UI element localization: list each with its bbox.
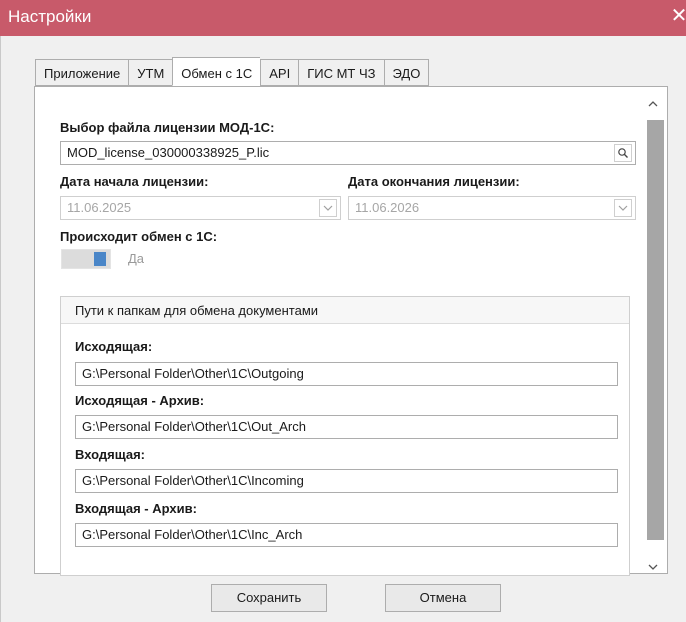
- license-end-value: 11.06.2026: [355, 200, 420, 215]
- search-icon[interactable]: [614, 144, 632, 162]
- license-file-label: Выбор файла лицензии МОД-1С:: [60, 120, 275, 135]
- exchange-toggle[interactable]: [61, 249, 111, 269]
- settings-tabs: Приложение УТМ Обмен с 1С API ГИС МТ ЧЗ …: [35, 57, 430, 87]
- tab-gis-mt-chz[interactable]: ГИС МТ ЧЗ: [298, 59, 384, 86]
- chevron-down-icon: [614, 199, 632, 217]
- folders-group-header: Пути к папкам для обмена документами: [61, 297, 629, 324]
- close-icon[interactable]: ✕: [670, 4, 686, 28]
- tab-application[interactable]: Приложение: [35, 59, 129, 86]
- incoming-archive-path-input[interactable]: G:\Personal Folder\Other\1C\Inc_Arch: [75, 523, 618, 547]
- window-titlebar: Настройки ✕: [0, 0, 686, 36]
- scrollbar-thumb[interactable]: [647, 120, 664, 540]
- save-button[interactable]: Сохранить: [211, 584, 327, 612]
- license-start-value: 11.06.2025: [67, 200, 132, 215]
- exchange-toggle-label: Да: [128, 251, 145, 266]
- toggle-knob: [94, 252, 106, 266]
- outgoing-archive-label: Исходящая - Архив:: [75, 393, 205, 408]
- license-start-field: 11.06.2025: [60, 196, 341, 220]
- outgoing-archive-path-input[interactable]: G:\Personal Folder\Other\1C\Out_Arch: [75, 415, 618, 439]
- scroll-down-icon[interactable]: [646, 562, 660, 576]
- license-end-field: 11.06.2026: [348, 196, 636, 220]
- tab-utm[interactable]: УТМ: [128, 59, 173, 86]
- outgoing-label: Исходящая:: [75, 339, 153, 354]
- incoming-archive-label: Входящая - Архив:: [75, 501, 197, 516]
- window-title: Настройки: [8, 7, 92, 26]
- outgoing-path-input[interactable]: G:\Personal Folder\Other\1C\Outgoing: [75, 362, 618, 386]
- incoming-label: Входящая:: [75, 447, 146, 462]
- tab-edo[interactable]: ЭДО: [383, 59, 430, 86]
- license-file-value: MOD_license_030000338925_P.lic: [67, 145, 270, 160]
- incoming-path-input[interactable]: G:\Personal Folder\Other\1C\Incoming: [75, 469, 618, 493]
- tab-api[interactable]: API: [260, 59, 299, 86]
- license-start-label: Дата начала лицензии:: [60, 174, 209, 189]
- chevron-down-icon: [319, 199, 337, 217]
- license-end-label: Дата окончания лицензии:: [348, 174, 520, 189]
- license-file-field[interactable]: MOD_license_030000338925_P.lic: [60, 141, 636, 165]
- tab-exchange-1c[interactable]: Обмен с 1С: [172, 57, 261, 86]
- scroll-up-icon[interactable]: [646, 99, 660, 113]
- cancel-button[interactable]: Отмена: [385, 584, 501, 612]
- folders-group-title: Пути к папкам для обмена документами: [75, 303, 319, 318]
- exchange-label: Происходит обмен с 1С:: [60, 229, 218, 244]
